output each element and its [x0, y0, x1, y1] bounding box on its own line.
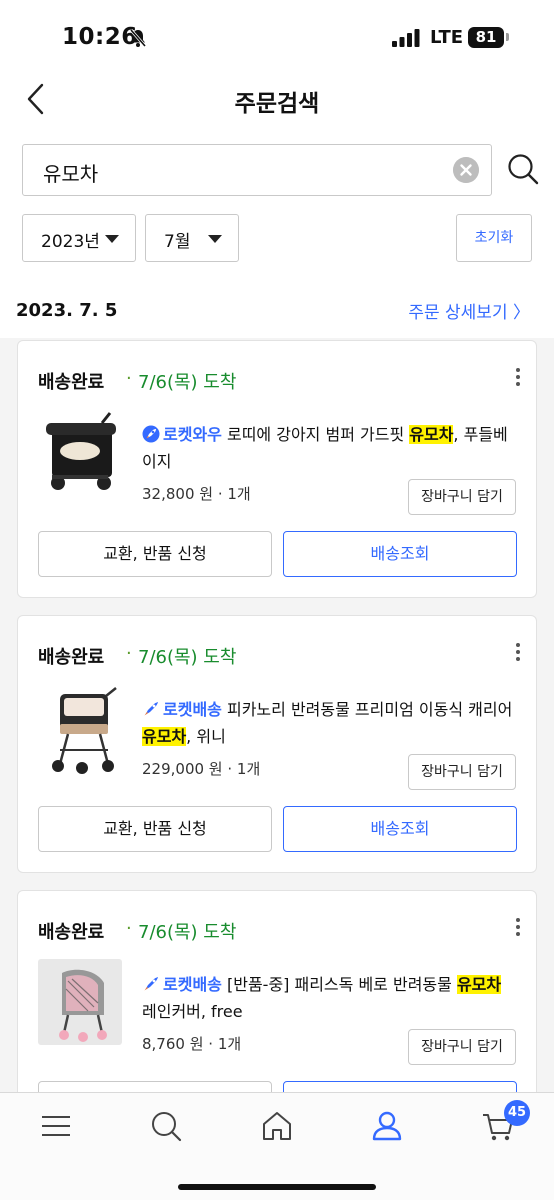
separator-dot: ·	[126, 368, 132, 389]
product-name-text: 이지	[142, 452, 172, 471]
order-card: 배송완료 · 7/6(목) 도착 로켓배송 피카노리 반려동물 프리미엄 이동식…	[17, 615, 537, 873]
status-time: 10:26	[62, 24, 138, 50]
home-icon[interactable]	[260, 1109, 294, 1143]
add-to-cart-button[interactable]: 장바구니 담기	[408, 754, 516, 790]
year-select[interactable]: 2023년	[22, 214, 136, 262]
month-value: 7월	[164, 232, 191, 252]
month-select[interactable]: 7월	[145, 214, 239, 262]
product-image[interactable]	[38, 959, 122, 1053]
product-name-text: , 위니	[186, 727, 226, 746]
keyword-highlight: 유모차	[456, 975, 502, 994]
delivery-status: 배송완료	[38, 372, 105, 393]
menu-icon[interactable]	[39, 1109, 73, 1143]
product-image[interactable]	[38, 409, 122, 503]
search-query[interactable]: 유모차	[43, 158, 98, 187]
page-title: 주문검색	[234, 91, 320, 117]
more-options-icon[interactable]	[512, 365, 524, 393]
product-image[interactable]	[38, 684, 122, 778]
year-value: 2023년	[41, 232, 100, 252]
signal-icon	[392, 29, 420, 47]
battery-icon: 81	[468, 27, 504, 48]
exchange-return-button[interactable]: 교환, 반품 신청	[38, 531, 272, 577]
product-name-line1[interactable]: 로켓배송 [반품-중] 패리스독 베로 반려동물 유모차	[142, 970, 522, 999]
product-name-line1[interactable]: 로켓배송 피카노리 반려동물 프리미엄 이동식 캐리어	[142, 695, 522, 724]
bell-off-icon	[129, 29, 147, 47]
product-name-text: [반품-중] 패리스독 베로 반려동물	[226, 975, 457, 994]
keyword-highlight: 유모차	[409, 425, 454, 444]
delivery-status: 배송완료	[38, 922, 105, 943]
header: 주문검색	[0, 74, 554, 138]
price-quantity: 32,800 원 · 1개	[142, 485, 251, 503]
search-icon[interactable]	[149, 1109, 183, 1143]
delivery-status: 배송완료	[38, 647, 105, 668]
rocket-icon	[144, 977, 158, 991]
arrival-date: 7/6(목) 도착	[138, 647, 237, 668]
track-delivery-button[interactable]: 배송조회	[283, 806, 517, 852]
order-card: 배송완료 · 7/6(목) 도착 로켓와우 로띠에 강아지 범퍼 가드핏 유모차…	[17, 340, 537, 598]
arrival-date: 7/6(목) 도착	[138, 372, 237, 393]
add-to-cart-button[interactable]: 장바구니 담기	[408, 1029, 516, 1065]
home-indicator	[178, 1184, 376, 1190]
exchange-return-button[interactable]: 교환, 반품 신청	[38, 806, 272, 852]
rocket-icon	[144, 702, 158, 716]
network-label: LTE	[430, 27, 464, 48]
price-quantity: 229,000 원 · 1개	[142, 760, 261, 778]
order-detail-link[interactable]: 주문 상세보기 〉	[408, 298, 530, 323]
battery-tip	[506, 33, 509, 41]
track-delivery-button[interactable]: 배송조회	[283, 531, 517, 577]
more-options-icon[interactable]	[512, 640, 524, 668]
separator-dot: ·	[126, 918, 132, 939]
price-quantity: 8,760 원 · 1개	[142, 1035, 242, 1053]
order-date-row: 2023. 7. 5 주문 상세보기 〉	[0, 288, 554, 338]
caret-down-icon	[208, 235, 222, 243]
product-name-text: 로띠에 강아지 범퍼 가드핏	[226, 425, 410, 444]
battery-level: 81	[475, 28, 497, 46]
clear-icon[interactable]	[453, 157, 479, 183]
status-bar: 10:26 LTE 81	[0, 0, 554, 74]
product-name-text: 피카노리 반려동물 프리미엄 이동식 캐리어	[226, 700, 513, 719]
product-name-text: 레인커버, free	[142, 1002, 243, 1021]
product-name-line2[interactable]: 레인커버, free	[142, 997, 522, 1026]
caret-down-icon	[105, 235, 119, 243]
delivery-badge: 로켓와우	[163, 425, 222, 444]
keyword-highlight: 유모차	[142, 727, 187, 746]
product-name-line1[interactable]: 로켓와우 로띠에 강아지 범퍼 가드핏 유모차, 푸들베	[142, 420, 522, 449]
product-name-text: , 푸들베	[453, 425, 508, 444]
product-name-line2[interactable]: 이지	[142, 447, 522, 476]
delivery-badge: 로켓배송	[163, 975, 222, 994]
search-input[interactable]: 유모차	[22, 144, 492, 196]
more-options-icon[interactable]	[512, 915, 524, 943]
bottom-nav: 45	[0, 1092, 554, 1200]
cart-count-badge: 45	[504, 1100, 530, 1126]
reset-button[interactable]: 초기화	[456, 214, 532, 262]
order-date: 2023. 7. 5	[16, 300, 118, 321]
search-icon[interactable]	[506, 152, 540, 186]
delivery-badge: 로켓배송	[163, 700, 222, 719]
separator-dot: ·	[126, 643, 132, 664]
arrival-date: 7/6(목) 도착	[138, 922, 237, 943]
search-area: 유모차 2023년 7월 초기화	[0, 138, 554, 288]
rocket-icon	[142, 425, 160, 443]
my-account-icon[interactable]	[370, 1109, 404, 1143]
add-to-cart-button[interactable]: 장바구니 담기	[408, 479, 516, 515]
product-name-line2[interactable]: 유모차, 위니	[142, 722, 522, 751]
